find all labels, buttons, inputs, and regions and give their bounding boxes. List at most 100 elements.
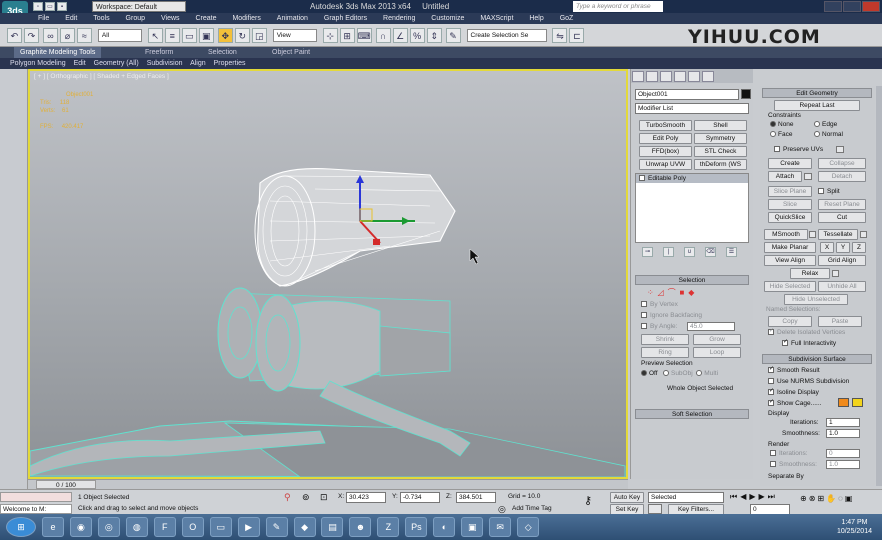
select-object-icon[interactable]: ↖ xyxy=(147,28,163,43)
tessellate-button[interactable]: Tessellate xyxy=(818,229,858,240)
panel-subdivision[interactable]: Subdivision xyxy=(147,60,183,67)
hide-selected-button[interactable]: Hide Selected xyxy=(764,281,816,292)
close-button[interactable] xyxy=(862,1,880,12)
z-coordinate-field[interactable]: 384.501 xyxy=(456,492,496,503)
ring-button[interactable]: Ring xyxy=(641,347,689,358)
panel-properties[interactable]: Properties xyxy=(214,60,246,67)
panel-scrollbar[interactable] xyxy=(876,86,882,486)
hierarchy-tab-icon[interactable] xyxy=(660,71,672,82)
zbrush-icon[interactable]: Z xyxy=(377,517,400,537)
selected-object-wireframe[interactable] xyxy=(254,168,456,287)
edge-level-icon[interactable]: ◿ xyxy=(658,288,664,297)
subdivision-surface-rollout[interactable]: Subdivision Surface xyxy=(762,354,872,364)
copy-button[interactable]: Copy xyxy=(768,316,812,327)
edit-named-selection-icon[interactable]: ✎ xyxy=(445,28,461,43)
menu-help[interactable]: Help xyxy=(529,13,543,24)
menu-animation[interactable]: Animation xyxy=(277,13,308,24)
menu-file[interactable]: File xyxy=(38,13,49,24)
tab-freeform[interactable]: Freeform xyxy=(145,47,173,58)
menu-edit[interactable]: Edit xyxy=(65,13,77,24)
right-cylinder-cap[interactable] xyxy=(255,294,301,392)
zoom-icon[interactable]: ⊕ xyxy=(800,494,809,503)
vertex-level-icon[interactable]: ⁘ xyxy=(647,288,654,297)
chrome-icon[interactable]: ◎ xyxy=(97,517,120,537)
loop-button[interactable]: Loop xyxy=(693,347,741,358)
edit-poly-button[interactable]: Edit Poly xyxy=(639,133,692,144)
spinner-snap-icon[interactable]: ⇕ xyxy=(426,28,442,43)
remove-modifier-icon[interactable]: ⌫ xyxy=(705,247,716,257)
ignore-backfacing-option[interactable]: Ignore Backfacing xyxy=(641,312,702,319)
msmooth-settings-icon[interactable] xyxy=(809,231,816,238)
snaps-toggle-icon[interactable]: ∩ xyxy=(375,28,391,43)
show-cage-checkbox[interactable]: Show Cage...... xyxy=(768,400,821,407)
folder-icon[interactable]: ▭ xyxy=(209,517,232,537)
percent-snap-icon[interactable]: % xyxy=(409,28,425,43)
modifier-stack[interactable]: Editable Poly xyxy=(635,173,749,243)
menu-rendering[interactable]: Rendering xyxy=(383,13,415,24)
photoshop-icon[interactable]: Ps xyxy=(405,517,428,537)
key-icon[interactable]: ⚷ xyxy=(584,494,592,507)
attach-button[interactable]: Attach xyxy=(768,171,802,182)
select-move-icon[interactable]: ✥ xyxy=(217,28,233,43)
stack-toggle-icon[interactable] xyxy=(639,175,645,182)
maxscript-listener-pink[interactable] xyxy=(0,492,72,502)
orbit-icon[interactable]: ◌ xyxy=(838,494,845,503)
paste-button[interactable]: Paste xyxy=(818,316,862,327)
mirror-icon[interactable]: ⇋ xyxy=(552,28,568,43)
polygon-level-icon[interactable]: ■ xyxy=(680,288,685,297)
by-angle-value-field[interactable]: 45.0 xyxy=(687,322,735,331)
preview-off-radio[interactable]: Off xyxy=(641,370,658,377)
viewport-scene[interactable] xyxy=(30,71,626,477)
menu-maxscript[interactable]: MAXScript xyxy=(480,13,513,24)
menu-views[interactable]: Views xyxy=(161,13,180,24)
slice-button[interactable]: Slice xyxy=(768,199,812,210)
skype-icon[interactable]: ◍ xyxy=(125,517,148,537)
select-manipulate-icon[interactable]: ⊞ xyxy=(339,28,355,43)
search-input[interactable]: Type a keyword or phrase xyxy=(573,1,663,12)
use-nurms-checkbox[interactable]: Use NURMS Subdivision xyxy=(768,378,849,385)
stack-item-editable-poly[interactable]: Editable Poly xyxy=(636,174,748,183)
render-iterations-field[interactable]: 0 xyxy=(826,449,860,458)
select-scale-icon[interactable]: ◲ xyxy=(251,28,267,43)
link-icon[interactable]: ∞ xyxy=(42,28,58,43)
full-interactivity-checkbox[interactable]: Full Interactivity xyxy=(782,340,836,347)
unlink-icon[interactable]: ⌀ xyxy=(59,28,75,43)
selection-filter-select[interactable]: All xyxy=(97,29,142,42)
x-coordinate-field[interactable]: 30.423 xyxy=(346,492,386,503)
rear-block-mesh[interactable] xyxy=(379,325,451,377)
opera-icon[interactable]: O xyxy=(181,517,204,537)
soft-selection-rollout[interactable]: Soft Selection xyxy=(635,409,749,419)
unity-icon[interactable]: ◇ xyxy=(517,517,540,537)
maximize-button[interactable] xyxy=(843,1,861,12)
mudbox-icon[interactable]: ◐ xyxy=(433,517,456,537)
planar-z-button[interactable]: Z xyxy=(852,242,866,253)
preview-multi-radio[interactable]: Multi xyxy=(696,370,718,377)
maxscript-mini-listener[interactable]: Welcome to M: xyxy=(0,504,72,514)
panel-polygon-modeling[interactable]: Polygon Modeling xyxy=(10,60,66,67)
menu-modifiers[interactable]: Modifiers xyxy=(232,13,260,24)
hide-unselected-button[interactable]: Hide Unselected xyxy=(784,294,848,305)
absolute-mode-icon[interactable]: ⊡ xyxy=(320,492,328,503)
viewport-orthographic[interactable]: [ + ] [ Orthographic ] [ Shaded + Edged … xyxy=(28,69,628,479)
pin-stack-icon[interactable]: ⊸ xyxy=(642,247,653,257)
create-tab-icon[interactable] xyxy=(632,71,644,82)
dropbox-icon[interactable]: ◆ xyxy=(293,517,316,537)
slice-plane-button[interactable]: Slice Plane xyxy=(768,186,812,197)
go-to-start-icon[interactable]: ⏮ xyxy=(730,492,740,501)
unhide-all-button[interactable]: Unhide All xyxy=(818,281,866,292)
y-coordinate-field[interactable]: -0.734 xyxy=(400,492,440,503)
by-vertex-option[interactable]: By Vertex xyxy=(641,301,678,308)
symmetry-button[interactable]: Symmetry xyxy=(693,133,747,144)
menu-group[interactable]: Group xyxy=(126,13,145,24)
cut-button[interactable]: Cut xyxy=(818,212,866,223)
cage-color-swatch-1[interactable] xyxy=(838,398,849,407)
utilities-tab-icon[interactable] xyxy=(702,71,714,82)
modifier-list-select[interactable]: Modifier List xyxy=(635,103,749,114)
time-slider[interactable]: 0 / 100 xyxy=(28,479,628,489)
smooth-result-checkbox[interactable]: Smooth Result xyxy=(768,367,820,374)
relax-settings-icon[interactable] xyxy=(832,270,839,277)
pan-icon[interactable]: ✋ xyxy=(826,494,838,503)
save-file-icon[interactable]: ▪ xyxy=(57,2,67,11)
split-checkbox[interactable]: Split xyxy=(818,188,840,195)
reference-coord-select[interactable]: View xyxy=(272,29,317,42)
